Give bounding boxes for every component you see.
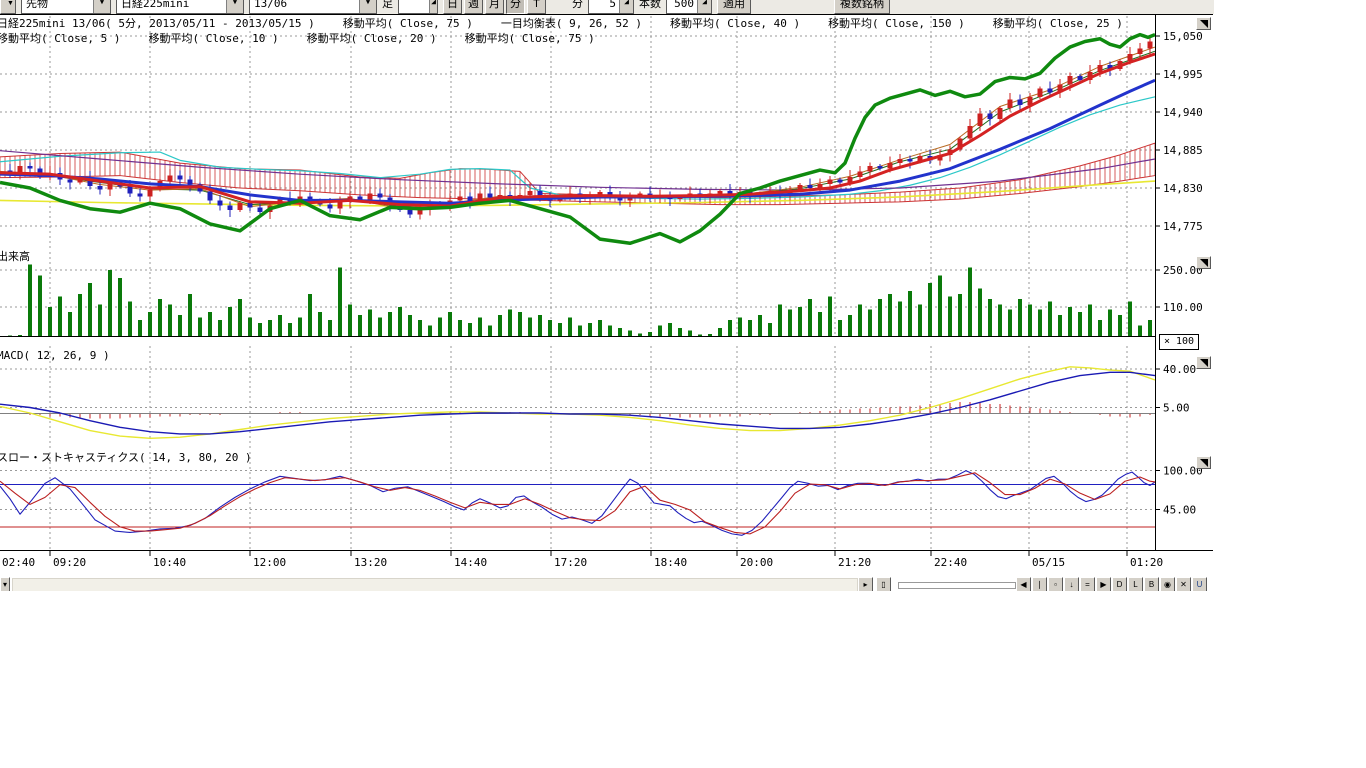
- indicator-label: 日経225mini 13/06( 5分, 2013/05/11 - 2013/0…: [0, 17, 315, 30]
- market-select-value: 先物: [22, 0, 88, 11]
- x-tick-label: 18:40: [654, 556, 687, 569]
- contract-select[interactable]: 13/06 ▼: [249, 0, 377, 14]
- y-tick-label: 40.00: [1163, 363, 1196, 376]
- volume-multiplier-badge: × 100: [1159, 334, 1199, 350]
- chart-tool-button-6[interactable]: ▶: [1096, 577, 1111, 591]
- spinner-icon[interactable]: ◢: [429, 0, 437, 13]
- spinner-icon[interactable]: ◢: [697, 0, 711, 13]
- triangle-icon: [1200, 20, 1208, 28]
- chevron-down-icon[interactable]: ▼: [359, 0, 376, 13]
- y-tick-label: 14,885: [1163, 144, 1203, 157]
- chart-tool-button-10[interactable]: ◉: [1160, 577, 1175, 591]
- market-select[interactable]: 先物 ▼: [21, 0, 111, 14]
- macd-panel-label: MACD( 12, 26, 9 ): [0, 349, 110, 362]
- stochastics-panel-label: スロー・ストキャスティクス( 14, 3, 80, 20 ): [0, 449, 252, 465]
- chart-tool-button-12[interactable]: U: [1192, 577, 1207, 591]
- top-toolbar: ▼ 先物 ▼ 日経225mini ▼ 13/06 ▼ 足 ◢ 日週月分T 分 5…: [0, 0, 1214, 14]
- indicator-label: 移動平均( Close, 75 ): [465, 32, 595, 45]
- minute-input[interactable]: 5 ◢: [588, 0, 634, 14]
- x-tick-label: 02:40: [2, 556, 35, 569]
- bar-count-label: 本数: [639, 0, 661, 14]
- x-tick-label: 05/15: [1032, 556, 1065, 569]
- chart-tool-button-3[interactable]: ▫: [1048, 577, 1063, 591]
- y-tick-label: 45.00: [1163, 503, 1196, 516]
- volume-panel-menu-button[interactable]: [1196, 256, 1211, 269]
- indicator-label: 一目均衡表( 9, 26, 52 ): [501, 17, 642, 30]
- x-tick-label: 21:20: [838, 556, 871, 569]
- legend-row-1: 日経225mini 13/06( 5分, 2013/05/11 - 2013/0…: [0, 15, 1151, 31]
- ashi-spinbox[interactable]: ◢: [398, 0, 438, 14]
- bottom-toolbar: ▾ ▸▯ ◀❘▫↓=▶DLB◉✕U: [0, 576, 1214, 591]
- chart-tool-button-5[interactable]: =: [1080, 577, 1095, 591]
- macd-panel-menu-button[interactable]: [1196, 356, 1211, 369]
- scroll-mid-button[interactable]: ▸: [858, 577, 873, 591]
- horizontal-scrollbar[interactable]: [12, 578, 858, 591]
- chart-tool-button-9[interactable]: B: [1144, 577, 1159, 591]
- chart-tool-button-7[interactable]: D: [1112, 577, 1127, 591]
- ashi-label: 足: [382, 0, 393, 14]
- volume-panel-label: 出来高: [0, 248, 30, 264]
- indicator-label: 移動平均( Close, 10 ): [148, 32, 278, 45]
- x-tick-label: 12:00: [253, 556, 286, 569]
- chevron-down-icon[interactable]: ▼: [93, 0, 110, 13]
- indicator-label: 移動平均( Close, 5 ): [0, 32, 120, 45]
- triangle-icon: [1200, 359, 1208, 367]
- contract-select-value: 13/06: [250, 0, 316, 10]
- chevron-down-icon[interactable]: ▼: [226, 0, 243, 13]
- chart-canvas[interactable]: 15,05014,99514,94014,88514,83014,775250.…: [0, 0, 1214, 591]
- indicator-label: 移動平均( Close, 75 ): [343, 17, 473, 30]
- x-tick-label: 14:40: [454, 556, 487, 569]
- triangle-icon: [1200, 259, 1208, 267]
- minute-label: 分: [572, 0, 583, 14]
- price-panel-menu-button[interactable]: [1196, 17, 1211, 30]
- interval-button-分[interactable]: 分: [506, 0, 525, 14]
- chart-tool-button-11[interactable]: ✕: [1176, 577, 1191, 591]
- y-tick-label: 110.00: [1163, 301, 1203, 314]
- bar-count-input[interactable]: 500 ◢: [666, 0, 712, 14]
- symbol-select[interactable]: 日経225mini ▼: [116, 0, 244, 14]
- indicator-label: 移動平均( Close, 25 ): [993, 17, 1123, 30]
- triangle-icon: [1200, 459, 1208, 467]
- indicator-label: 移動平均( Close, 150 ): [828, 17, 965, 30]
- apply-button[interactable]: 適用: [717, 0, 751, 14]
- x-tick-label: 20:00: [740, 556, 773, 569]
- x-tick-label: 01:20: [1130, 556, 1163, 569]
- y-tick-label: 5.00: [1163, 402, 1190, 415]
- chart-tool-button-8[interactable]: L: [1128, 577, 1143, 591]
- chart-tool-button-2[interactable]: ❘: [1032, 577, 1047, 591]
- x-tick-label: 10:40: [153, 556, 186, 569]
- toolbar-partial-dropdown-button[interactable]: ▼: [0, 0, 16, 14]
- interval-button-月[interactable]: 月: [485, 0, 504, 14]
- legend-row-2: 移動平均( Close, 5 ) 移動平均( Close, 10 ) 移動平均( C…: [0, 30, 623, 46]
- scroll-left-fragment-button[interactable]: ▾: [0, 577, 10, 591]
- chart-window: ▼ 先物 ▼ 日経225mini ▼ 13/06 ▼ 足 ◢ 日週月分T 分 5…: [0, 0, 1214, 591]
- x-tick-label: 09:20: [53, 556, 86, 569]
- spinner-icon[interactable]: ◢: [619, 0, 633, 13]
- interval-button-group: 日週月分T: [443, 0, 546, 14]
- interval-button-週[interactable]: 週: [464, 0, 483, 14]
- x-tick-label: 13:20: [354, 556, 387, 569]
- chart-tool-button-1[interactable]: ◀: [1016, 577, 1031, 591]
- symbol-select-value: 日経225mini: [117, 0, 193, 11]
- indicator-label: 移動平均( Close, 20 ): [307, 32, 437, 45]
- y-tick-label: 14,940: [1163, 106, 1203, 119]
- interval-button-T[interactable]: T: [527, 0, 546, 14]
- y-tick-label: 14,830: [1163, 182, 1203, 195]
- stochastics-panel-menu-button[interactable]: [1196, 456, 1211, 469]
- x-tick-label: 22:40: [934, 556, 967, 569]
- interval-button-日[interactable]: 日: [443, 0, 462, 14]
- zoom-slider-track[interactable]: [898, 582, 1016, 589]
- x-tick-label: 17:20: [554, 556, 587, 569]
- scroll-mid-button[interactable]: ▯: [876, 577, 891, 591]
- multi-symbol-button[interactable]: 複数銘柄: [834, 0, 890, 14]
- indicator-label: 移動平均( Close, 40 ): [670, 17, 800, 30]
- y-tick-label: 14,775: [1163, 220, 1203, 233]
- chart-tool-button-4[interactable]: ↓: [1064, 577, 1079, 591]
- y-tick-label: 14,995: [1163, 68, 1203, 81]
- y-tick-label: 15,050: [1163, 30, 1203, 43]
